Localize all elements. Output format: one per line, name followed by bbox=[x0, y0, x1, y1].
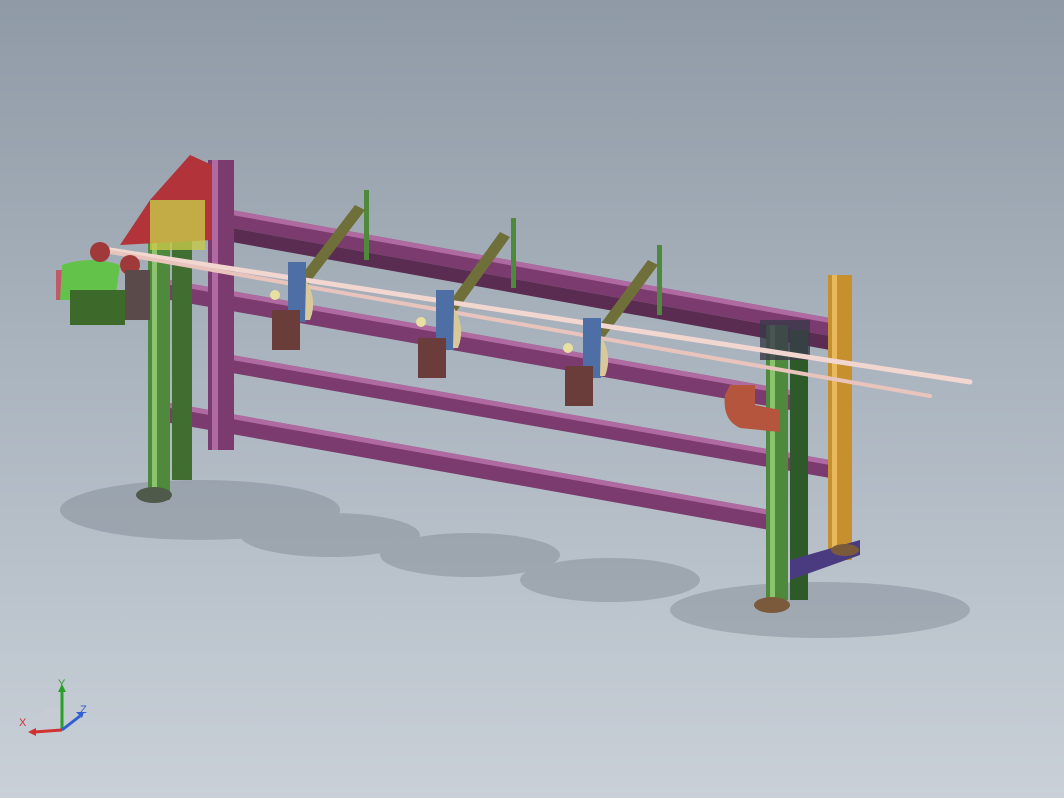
cad-model-viewport[interactable] bbox=[0, 0, 1064, 798]
left-foot bbox=[136, 487, 172, 503]
x-axis-label: X bbox=[19, 717, 27, 729]
z-axis-label: Z bbox=[80, 704, 87, 716]
left-frame bbox=[120, 155, 234, 503]
z-axis-arrow bbox=[61, 714, 81, 732]
y-axis-label: Y bbox=[58, 678, 66, 690]
post-orange bbox=[828, 275, 852, 560]
coordinate-triad-icon: X Y Z bbox=[14, 678, 94, 742]
right-frame bbox=[754, 275, 860, 613]
x-axis-arrow bbox=[33, 728, 63, 734]
right-foot bbox=[754, 597, 790, 613]
